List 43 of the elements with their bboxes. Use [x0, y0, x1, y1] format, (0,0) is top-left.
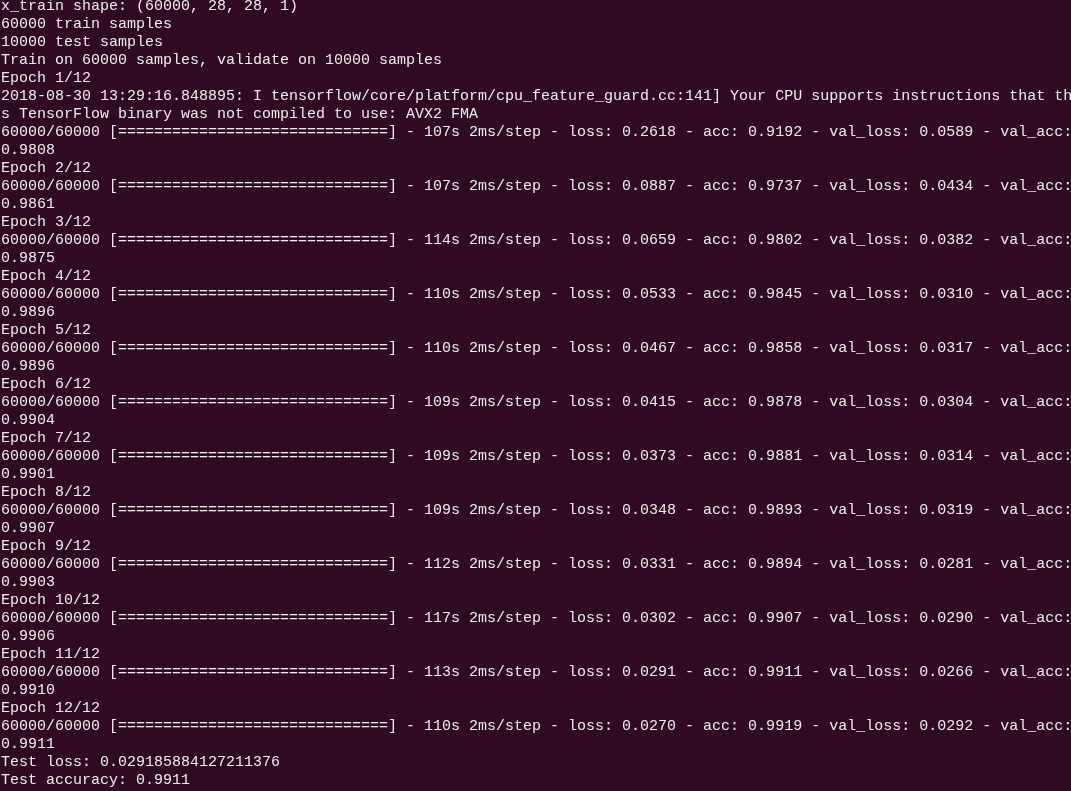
output-line: 60000 train samples [1, 16, 173, 34]
output-line: s TensorFlow binary was not compiled to use: AVX2 FMA [1, 106, 479, 124]
output-line: 60000/60000 [==============================] - 107s 2ms/step - loss: 0.0887 - acc: 0.9737 - val_loss: 0.0434 - val_acc: [1, 178, 1071, 196]
output-line: Epoch 6/12 [1, 376, 91, 394]
output-line: 60000/60000 [==============================] - 110s 2ms/step - loss: 0.0467 - acc: 0.9858 - val_loss: 0.0317 - val_acc: [1, 340, 1071, 358]
output-line: Test accuracy: 0.9911 [1, 772, 191, 789]
output-line: 0.9907 [1, 520, 55, 538]
output-line: 60000/60000 [==============================] - 107s 2ms/step - loss: 0.2618 - acc: 0.9192 - val_loss: 0.0589 - val_acc: [1, 124, 1071, 142]
output-line: Epoch 12/12 [1, 700, 101, 718]
output-line: 0.9875 [1, 250, 55, 268]
output-line: 0.9904 [1, 412, 55, 430]
output-line: 0.9906 [1, 628, 55, 646]
output-line: 60000/60000 [==============================] - 109s 2ms/step - loss: 0.0373 - acc: 0.9881 - val_loss: 0.0314 - val_acc: [1, 448, 1071, 466]
output-line: 10000 test samples [1, 34, 164, 52]
output-line: 0.9896 [1, 358, 55, 376]
output-line: 60000/60000 [==============================] - 109s 2ms/step - loss: 0.0348 - acc: 0.9893 - val_loss: 0.0319 - val_acc: [1, 502, 1071, 520]
output-line: 60000/60000 [==============================] - 110s 2ms/step - loss: 0.0270 - acc: 0.9919 - val_loss: 0.0292 - val_acc: [1, 718, 1071, 736]
output-line: 0.9911 [1, 736, 55, 754]
output-line: 60000/60000 [==============================] - 114s 2ms/step - loss: 0.0659 - acc: 0.9802 - val_loss: 0.0382 - val_acc: [1, 232, 1071, 250]
output-line: 60000/60000 [==============================] - 110s 2ms/step - loss: 0.0533 - acc: 0.9845 - val_loss: 0.0310 - val_acc: [1, 286, 1071, 304]
output-line: 0.9910 [1, 682, 55, 700]
output-line: 0.9903 [1, 574, 55, 592]
output-line: Epoch 3/12 [1, 214, 91, 232]
output-line: Train on 60000 samples, validate on 10000 samples [1, 52, 443, 70]
output-line: 60000/60000 [==============================] - 112s 2ms/step - loss: 0.0331 - acc: 0.9894 - val_loss: 0.0281 - val_acc: [1, 556, 1071, 574]
output-line: Epoch 8/12 [1, 484, 91, 502]
output-line: Epoch 1/12 [1, 70, 91, 88]
output-line: Epoch 10/12 [1, 592, 101, 610]
output-line: Epoch 4/12 [1, 268, 91, 286]
output-line: Epoch 2/12 [1, 160, 91, 178]
output-line: 60000/60000 [==============================] - 109s 2ms/step - loss: 0.0415 - acc: 0.9878 - val_loss: 0.0304 - val_acc: [1, 394, 1071, 412]
output-line: 60000/60000 [==============================] - 117s 2ms/step - loss: 0.0302 - acc: 0.9907 - val_loss: 0.0290 - val_acc: [1, 610, 1071, 628]
output-line: Epoch 7/12 [1, 430, 91, 448]
output-line: 0.9896 [1, 304, 55, 322]
output-line: 0.9861 [1, 196, 55, 214]
output-line: Epoch 9/12 [1, 538, 91, 556]
output-line: 0.9808 [1, 142, 55, 160]
output-line: Epoch 5/12 [1, 322, 91, 340]
output-line: 2018-08-30 13:29:16.848895: I tensorflow/core/platform/cpu_feature_guard.cc:141] Your CPU supports instructions that th [1, 88, 1071, 106]
output-line: Epoch 11/12 [1, 646, 101, 664]
output-line: Test loss: 0.029185884127211376 [1, 754, 281, 772]
output-line: 60000/60000 [==============================] - 113s 2ms/step - loss: 0.0291 - acc: 0.9911 - val_loss: 0.0266 - val_acc: [1, 664, 1071, 682]
output-line: 0.9901 [1, 466, 55, 484]
